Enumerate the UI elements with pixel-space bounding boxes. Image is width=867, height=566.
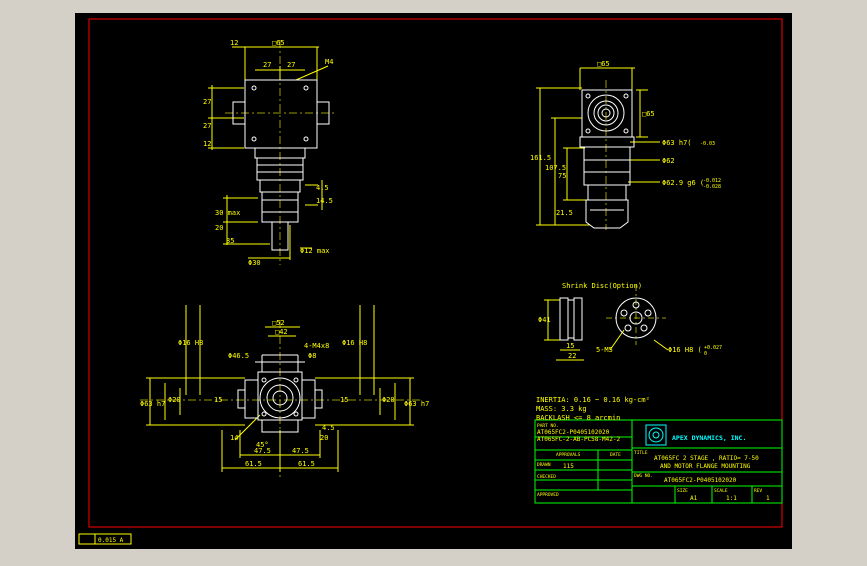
front-view-dim-phi63-right: Φ63 h7 [404, 400, 429, 408]
tb-title-line1: AT065FC 2 STAGE , RATIO= 7-50 [654, 455, 759, 462]
top-view-dim-35: 35 [226, 237, 234, 245]
side-view-dim-21-5: 21.5 [556, 209, 573, 217]
top-view-dim-12-lower: 12 [203, 140, 211, 148]
spec-backlash: BACKLASH <= 8 arcmin [536, 414, 620, 422]
tb-drawn-by: 115 [563, 463, 574, 470]
side-view-dim-phi62-9-tol-lower: -0.028 [703, 184, 721, 190]
front-view-dim-61-5-right: 61.5 [298, 460, 315, 468]
top-view-dim-30max: 30 max [215, 209, 240, 217]
tb-approved-label: APPROVED [537, 492, 559, 498]
tb-rev-label: REV [754, 488, 762, 494]
tb-rev: 1 [766, 495, 770, 502]
side-view-dim-161-5: 161.5 [530, 154, 551, 162]
tb-dwg-no: AT065FC2-P0405102020 [664, 477, 737, 484]
tb-part-no-2: AT065FC-2-AB-PC58-M42-2 [537, 436, 620, 443]
tb-part-no-1: AT065FC2-P0405102020 [537, 429, 610, 436]
front-view-dim-phi63-left: Φ63 h7 [140, 400, 165, 408]
front-view-dim-square42: □42 [275, 328, 288, 336]
tb-checked-label: CHECKED [537, 474, 556, 480]
tb-company: APEX DYNAMICS, INC. [672, 434, 746, 442]
front-view-dim-phi20-left: Φ20 [168, 396, 181, 404]
side-view-dim-phi62-9: Φ62.9 g6 ( [662, 179, 704, 187]
side-view-dim-phi63: Φ63 h7( [662, 139, 692, 147]
top-view-dim-27c: 27 [203, 98, 211, 106]
tb-dwg-no-label: DWG NO. [634, 473, 653, 479]
spec-inertia: INERTIA: 0.16 ~ 0.16 kg-cm² [536, 396, 650, 404]
shrink-disc-dim-15: 15 [566, 342, 574, 350]
tb-title-label: TITLE [634, 450, 648, 456]
front-view-dim-phi16-right: Φ16 H8 [342, 339, 367, 347]
top-view-dim-20: 20 [215, 224, 223, 232]
front-view-dim-15-right: 15 [340, 396, 348, 404]
front-view-dim-61-5-left: 61.5 [245, 460, 262, 468]
cad-drawing[interactable]: 12 □65 27 27 M4 27 27 12 30 max 20 35 Φ1… [0, 0, 867, 562]
front-view-dim-14: 14 [230, 434, 238, 442]
front-view-dim-square52: □52 [272, 319, 285, 327]
front-view-dim-20: 20 [320, 434, 328, 442]
footer-tag: 0.015 A [98, 537, 124, 544]
tb-scale-label: SCALE [714, 488, 728, 494]
tb-date: DATE [610, 452, 621, 458]
front-view-dim-4-m4x8: 4-M4x8 [304, 342, 329, 350]
shrink-disc-dim-phi41: Φ41 [538, 316, 551, 324]
front-view-dim-15-left: 15 [214, 396, 222, 404]
top-view-dim-phi30: Φ30 [248, 259, 261, 267]
top-view-dim-12-left: 12 [230, 39, 238, 47]
tb-size: A1 [690, 495, 698, 502]
tb-size-label: SIZE [677, 488, 688, 494]
front-view-dim-phi16-left: Φ16 H8 [178, 339, 203, 347]
top-view-dim-27b: 27 [287, 61, 295, 69]
shrink-disc-dim-phi16: Φ16 H8 ( [668, 346, 702, 354]
shrink-disc-dim-phi16-tol-lower: 0 [704, 351, 707, 357]
side-view-dim-phi63-tol: -0.03 [700, 141, 715, 147]
top-view-dim-27d: 27 [203, 122, 211, 130]
top-view-dim-m4: M4 [325, 58, 333, 66]
side-view-dim-phi62: Φ62 [662, 157, 675, 165]
shrink-disc-dim-5-m5: 5-M5 [596, 346, 613, 354]
tb-approvals: APPROVALS [556, 452, 581, 458]
side-view-dim-square65-side: □65 [642, 110, 655, 118]
tb-scale: 1:1 [726, 495, 737, 502]
side-view-dim-75: 75 [558, 172, 566, 180]
tb-drawn-label: DRAWN [537, 462, 551, 468]
side-view-dim-107-5: 107.5 [545, 164, 566, 172]
front-view-dim-phi46-5: Φ46.5 [228, 352, 249, 360]
front-view-dim-phi8: Φ8 [308, 352, 316, 360]
top-view-dim-27a: 27 [263, 61, 271, 69]
top-view-dim-4-5: 4.5 [316, 184, 329, 192]
cad-canvas-container: 12 □65 27 27 M4 27 27 12 30 max 20 35 Φ1… [0, 0, 867, 562]
spec-mass: MASS: 3.3 kg [536, 405, 587, 413]
shrink-disc-dim-22: 22 [568, 352, 576, 360]
tb-title-line2: AND MOTOR FLANGE MOUNTING [660, 463, 751, 470]
top-view-dim-square65: □65 [272, 39, 285, 47]
side-view-dim-square65-top: □65 [597, 60, 610, 68]
front-view-dim-4-5: 4.5 [322, 424, 335, 432]
front-view-dim-47-5-left: 47.5 [254, 447, 271, 455]
shrink-disc-title: Shrink Disc(Option) [562, 282, 642, 290]
top-view-dim-phi12max: Φ12 max [300, 247, 330, 255]
front-view-dim-47-5-right: 47.5 [292, 447, 309, 455]
front-view-dim-phi20-right: Φ20 [382, 396, 395, 404]
top-view-dim-14-5: 14.5 [316, 197, 333, 205]
